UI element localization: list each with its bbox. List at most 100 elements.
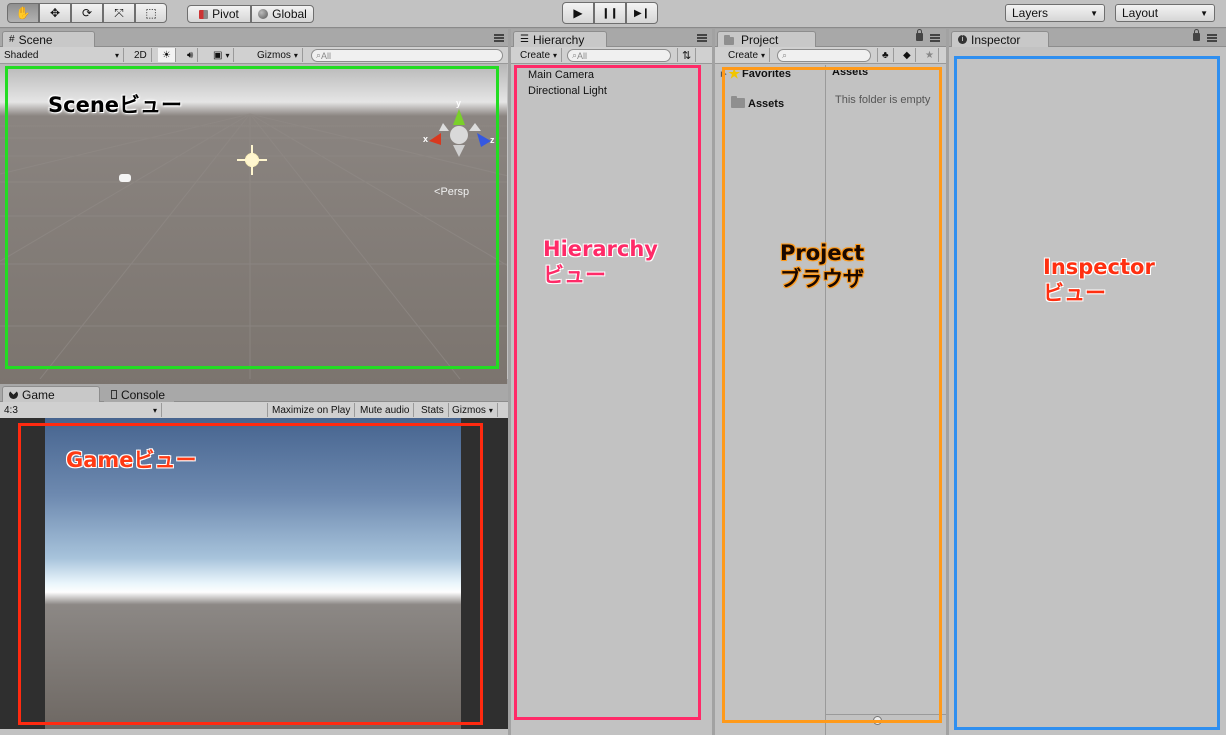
inspector-annotation-title: Inspector: [1043, 255, 1155, 279]
pause-button[interactable]: ❙❙: [594, 2, 626, 24]
project-toolbar: Create ▾ ⌕ ♣ ◆ ★: [715, 47, 946, 64]
global-toggle-button[interactable]: Global: [251, 5, 314, 23]
game-view-annotation: Gameビュー: [66, 448, 197, 472]
aspect-dropdown[interactable]: 4:3 ▾: [0, 403, 162, 417]
stats-label: Stats: [421, 404, 444, 416]
move-icon: ✥: [49, 6, 61, 20]
tab-console-label: Console: [120, 387, 165, 402]
type-filter-icon: ♣: [882, 49, 889, 61]
scene-effects-dropdown[interactable]: ▣ ▾: [209, 48, 235, 62]
mute-label: Mute audio: [360, 404, 410, 416]
project-create-label: Create: [728, 49, 759, 61]
tab-game[interactable]: Game: [2, 386, 100, 402]
scene-tabstrip: # Scene: [0, 29, 508, 47]
scene-grid-icon: #: [9, 34, 15, 45]
panel-menu-icon[interactable]: [697, 34, 707, 42]
hierarchy-sort-button[interactable]: ⇅: [677, 48, 697, 62]
chevron-down-icon: ▾: [152, 405, 157, 415]
pivot-toggle-button[interactable]: Pivot: [187, 5, 251, 23]
project-folder-icon: [724, 34, 734, 45]
hierarchy-create-label: Create: [520, 49, 551, 61]
scale-tool-button[interactable]: ⤧: [103, 3, 135, 23]
layout-dropdown[interactable]: Layout ▼: [1115, 4, 1215, 22]
layers-label: Layers: [1012, 6, 1049, 20]
mute-audio-toggle[interactable]: Mute audio: [356, 403, 415, 417]
scene-audio-toggle[interactable]: 🔊︎: [183, 48, 199, 62]
tab-scene-label: Scene: [18, 32, 53, 47]
globe-icon: [258, 9, 269, 19]
maximize-on-play-toggle[interactable]: Maximize on Play: [267, 403, 356, 417]
pause-icon: ❙❙: [601, 7, 619, 19]
hierarchy-view-highlight: [514, 65, 701, 720]
aspect-label: 4:3: [4, 404, 18, 416]
main-toolbar: ✋ ✥ ⟳ ⤧ ⬚ Pivot Global ▶ ❙❙ ▶❙ Layers ▼ L…: [0, 0, 1226, 28]
panel-menu-icon[interactable]: [1207, 34, 1217, 42]
search-icon: ⌕: [782, 50, 788, 60]
chevron-down-icon: ▾: [553, 50, 558, 60]
scene-gizmos-dropdown[interactable]: Gizmos ▾: [253, 48, 303, 62]
play-button[interactable]: ▶: [562, 2, 594, 24]
game-gizmos-label: Gizmos: [452, 404, 486, 416]
game-tabstrip: Game Console: [0, 384, 508, 402]
chevron-down-icon: ▾: [114, 50, 119, 60]
hierarchy-search-input[interactable]: ⌕ All: [567, 49, 671, 62]
info-icon: i: [958, 35, 967, 44]
global-label: Global: [272, 7, 307, 21]
inspector-view-highlight: [954, 56, 1220, 730]
chevron-down-icon: ▼: [1090, 8, 1098, 18]
tab-hierarchy[interactable]: ☰ Hierarchy: [513, 31, 607, 47]
shading-mode-dropdown[interactable]: Shaded ▾: [0, 48, 124, 62]
project-search-input[interactable]: ⌕: [777, 49, 871, 62]
project-annotation-subtitle: ブラウザ: [780, 267, 864, 291]
play-icon: ▶: [573, 6, 583, 20]
tab-console[interactable]: Console: [104, 386, 174, 402]
scene-lighting-toggle[interactable]: ☀: [158, 48, 176, 62]
tab-inspector[interactable]: i Inspector: [951, 31, 1049, 47]
panel-menu-icon[interactable]: [930, 34, 940, 42]
project-tabstrip: Project: [715, 29, 946, 47]
star-icon: ★: [925, 49, 934, 61]
favorite-button[interactable]: ★: [921, 48, 939, 62]
mode-2d-toggle[interactable]: 2D: [130, 48, 152, 62]
project-create-dropdown[interactable]: Create ▾: [724, 48, 771, 62]
scene-search-placeholder: All: [321, 50, 332, 61]
pivot-label: Pivot: [212, 7, 239, 21]
rotate-tool-button[interactable]: ⟳: [71, 3, 103, 23]
lock-icon[interactable]: [916, 29, 923, 41]
tab-project[interactable]: Project: [717, 31, 816, 47]
scale-icon: ⤧: [114, 5, 124, 20]
scene-search-input[interactable]: ⌕ All: [311, 49, 503, 62]
inspector-annotation-subtitle: ビュー: [1043, 281, 1106, 305]
move-tool-button[interactable]: ✥: [39, 3, 71, 23]
tag-icon: ◆: [903, 49, 911, 61]
stats-toggle[interactable]: Stats: [417, 403, 449, 417]
hierarchy-list-icon: ☰: [520, 34, 529, 45]
hierarchy-annotation-title: Hierarchy: [543, 237, 658, 261]
tab-hierarchy-label: Hierarchy: [532, 32, 585, 47]
hand-tool-button[interactable]: ✋: [7, 3, 39, 23]
search-by-label-button[interactable]: ◆: [899, 48, 916, 62]
game-gizmos-dropdown[interactable]: Gizmos ▾: [448, 403, 498, 417]
search-by-type-button[interactable]: ♣: [877, 48, 894, 62]
rect-icon: ⬚: [145, 6, 157, 20]
console-icon: [111, 390, 117, 399]
game-toolbar: 4:3 ▾ Maximize on Play Mute audio Stats G…: [0, 402, 508, 419]
project-annotation-title: Project: [780, 241, 865, 265]
hierarchy-create-dropdown[interactable]: Create ▾: [516, 48, 563, 62]
step-button[interactable]: ▶❙: [626, 2, 658, 24]
tab-inspector-label: Inspector: [971, 32, 1021, 47]
hierarchy-tabstrip: ☰ Hierarchy: [511, 29, 712, 47]
speaker-icon: 🔊︎: [187, 49, 194, 61]
lock-icon[interactable]: [1193, 29, 1200, 41]
chevron-down-icon: ▼: [1200, 8, 1208, 18]
rect-tool-button[interactable]: ⬚: [135, 3, 167, 23]
image-icon: ▣: [213, 49, 223, 61]
layers-dropdown[interactable]: Layers ▼: [1005, 4, 1105, 22]
chevron-down-icon: ▾: [225, 50, 230, 60]
scene-view-annotation: Sceneビュー: [48, 93, 183, 117]
panel-menu-icon[interactable]: [494, 34, 504, 42]
tab-scene[interactable]: # Scene: [2, 31, 95, 47]
layout-label: Layout: [1122, 6, 1159, 20]
inspector-tabstrip: i Inspector: [949, 29, 1226, 47]
hierarchy-annotation-subtitle: ビュー: [543, 263, 606, 287]
